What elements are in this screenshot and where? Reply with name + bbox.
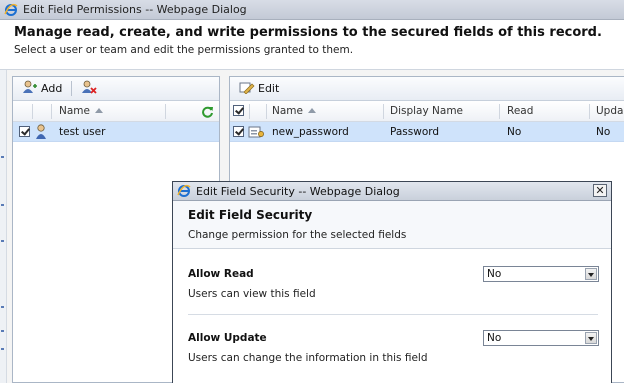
outer-title-bar: Edit Field Permissions -- Webpage Dialog xyxy=(0,0,624,20)
table-row[interactable]: new_password Password No No xyxy=(230,122,624,142)
read-cell: No xyxy=(507,126,522,138)
users-toolbar: Add xyxy=(13,77,219,101)
column-divider xyxy=(165,104,166,119)
ie-icon xyxy=(177,184,191,198)
inner-title-bar[interactable]: Edit Field Security -- Webpage Dialog ✕ xyxy=(173,182,611,201)
add-button[interactable]: Add xyxy=(19,79,65,99)
field-lock-icon xyxy=(248,125,265,139)
display-name-cell: Password xyxy=(390,126,440,138)
column-divider xyxy=(266,104,267,119)
edge-mark xyxy=(1,240,4,242)
table-row[interactable]: test user xyxy=(13,122,219,142)
inner-title-text: Edit Field Security -- Webpage Dialog xyxy=(196,184,400,198)
page-subtitle: Select a user or team and edit the permi… xyxy=(14,44,354,56)
read-column-header[interactable]: Read xyxy=(507,101,533,122)
user-name-cell: test user xyxy=(59,126,106,138)
edit-field-security-dialog: Edit Field Security -- Webpage Dialog ✕ … xyxy=(172,181,612,383)
users-column-header: Name xyxy=(13,101,219,122)
row-checkbox[interactable] xyxy=(233,126,244,137)
select-all-checkbox[interactable] xyxy=(233,105,244,116)
edge-mark xyxy=(1,306,4,308)
add-user-icon xyxy=(22,80,37,97)
column-divider xyxy=(589,104,590,119)
edge-mark xyxy=(1,156,4,158)
row-checkbox[interactable] xyxy=(19,126,30,137)
display-name-column-header[interactable]: Display Name xyxy=(390,101,463,122)
allow-update-select[interactable]: No xyxy=(483,330,599,346)
fields-column-header: Name Display Name Read Upda xyxy=(230,101,624,122)
section-divider xyxy=(188,314,598,315)
left-edge-strip xyxy=(0,70,7,383)
update-cell: No xyxy=(596,126,611,138)
add-button-label: Add xyxy=(41,82,63,95)
allow-update-description: Users can change the information in this… xyxy=(188,352,428,364)
allow-update-value: No xyxy=(487,332,502,344)
fields-toolbar: Edit xyxy=(230,77,624,101)
outer-title-text: Edit Field Permissions -- Webpage Dialog xyxy=(23,3,247,16)
refresh-button[interactable] xyxy=(201,105,214,119)
outer-header: Manage read, create, and write permissio… xyxy=(0,20,624,70)
sort-ascending-icon xyxy=(94,108,103,113)
sort-ascending-icon xyxy=(307,108,316,113)
update-column-header[interactable]: Upda xyxy=(596,101,623,122)
edge-mark xyxy=(1,330,4,332)
name-column-label: Name xyxy=(59,105,90,117)
close-icon[interactable]: ✕ xyxy=(593,184,607,197)
dropdown-arrow-icon[interactable] xyxy=(585,268,597,280)
allow-read-select[interactable]: No xyxy=(483,266,599,282)
page-title: Manage read, create, and write permissio… xyxy=(14,25,602,40)
column-divider xyxy=(383,104,384,119)
inner-header: Edit Field Security Change permission fo… xyxy=(173,201,611,249)
dialog-heading: Edit Field Security xyxy=(188,208,313,222)
edge-mark xyxy=(1,204,4,206)
column-divider xyxy=(32,104,33,119)
remove-user-icon xyxy=(81,80,97,97)
column-divider xyxy=(499,104,500,119)
dropdown-arrow-icon[interactable] xyxy=(585,332,597,344)
ie-icon xyxy=(4,3,18,17)
edit-button-label: Edit xyxy=(258,82,280,95)
edge-mark xyxy=(1,348,4,350)
toolbar-separator xyxy=(71,81,73,96)
edit-icon xyxy=(239,81,255,97)
column-divider xyxy=(249,104,250,119)
dialog-subheading: Change permission for the selected field… xyxy=(188,229,407,241)
edit-button[interactable]: Edit xyxy=(236,79,282,99)
allow-read-description: Users can view this field xyxy=(188,288,316,300)
user-icon xyxy=(35,124,47,140)
field-name-cell: new_password xyxy=(272,126,349,138)
field-name-column-label: Name xyxy=(272,105,303,117)
field-name-column-header[interactable]: Name xyxy=(272,101,316,122)
column-divider xyxy=(51,104,52,119)
allow-read-value: No xyxy=(487,268,502,280)
remove-user-button[interactable] xyxy=(78,79,100,99)
allow-read-label: Allow Read xyxy=(188,268,254,280)
name-column-header[interactable]: Name xyxy=(59,101,103,122)
refresh-icon xyxy=(201,106,214,121)
allow-update-label: Allow Update xyxy=(188,332,267,344)
